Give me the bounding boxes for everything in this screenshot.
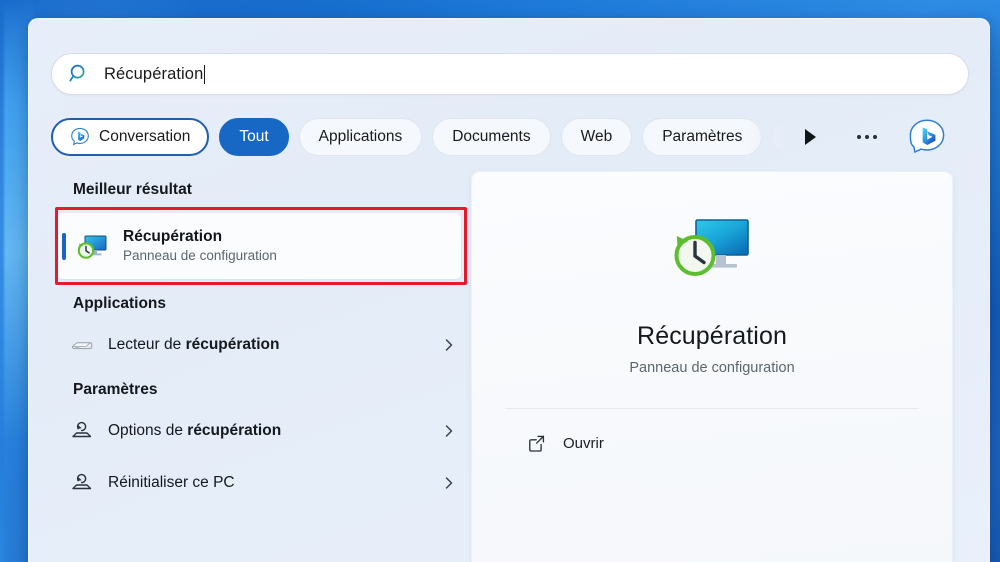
recovery-monitor-icon <box>75 229 109 263</box>
filter-tab-dossiers[interactable]: Dos <box>772 118 791 156</box>
filter-tab-label: Web <box>581 128 613 146</box>
best-result-title: Récupération <box>123 227 277 246</box>
restore-settings-icon <box>69 470 95 496</box>
filter-more-button[interactable] <box>845 118 889 156</box>
play-right-icon <box>805 129 816 145</box>
best-result-container: Récupération Panneau de configuration <box>51 207 471 285</box>
usb-drive-icon <box>69 332 95 358</box>
filter-pill-scroller[interactable]: Conversation Tout Applications Documents… <box>51 111 791 163</box>
list-item-options-de-recuperation[interactable]: Options de récupération <box>51 405 471 457</box>
filter-tab-documents[interactable]: Documents <box>432 118 550 156</box>
search-filter-tabs: Conversation Tout Applications Documents… <box>51 111 969 163</box>
bing-chat-launcher-button[interactable] <box>907 117 947 157</box>
chevron-right-icon <box>441 423 457 439</box>
preview-action-open[interactable]: Ouvrir <box>505 419 919 467</box>
filter-tab-conversation[interactable]: Conversation <box>51 118 209 156</box>
selection-indicator <box>62 233 66 260</box>
search-results-list: Meilleur résultat <box>51 171 471 562</box>
list-item-label: Réinitialiser ce PC <box>108 474 441 492</box>
filter-tab-label: Tout <box>239 128 268 146</box>
search-icon <box>68 63 90 85</box>
filter-scroll-next-button[interactable] <box>793 118 827 156</box>
text-caret <box>204 65 205 84</box>
chevron-right-icon <box>441 337 457 353</box>
filter-tab-parametres[interactable]: Paramètres <box>642 118 762 156</box>
ellipsis-icon <box>857 135 861 139</box>
filter-tab-label: Applications <box>319 128 403 146</box>
section-heading-parametres: Paramètres <box>51 371 471 405</box>
section-heading-best-result: Meilleur résultat <box>51 171 471 205</box>
section-heading-applications: Applications <box>51 285 471 319</box>
restore-settings-icon <box>69 418 95 444</box>
result-preview-panel: Récupération Panneau de configuration Ou… <box>471 171 953 562</box>
preview-action-label: Ouvrir <box>563 435 604 452</box>
preview-divider <box>505 408 919 409</box>
chevron-right-icon <box>441 475 457 491</box>
preview-subtitle: Panneau de configuration <box>629 360 794 376</box>
filter-tab-label: Paramètres <box>662 128 742 146</box>
bing-chat-icon <box>70 127 90 147</box>
list-item-lecteur-de-recuperation[interactable]: Lecteur de récupération <box>51 319 471 371</box>
search-input-value: Récupération <box>104 65 203 84</box>
filter-tab-web[interactable]: Web <box>561 118 633 156</box>
filter-tab-label: Documents <box>452 128 530 146</box>
ellipsis-icon <box>873 135 877 139</box>
filter-tab-label: Conversation <box>99 128 190 146</box>
filter-tab-tout[interactable]: Tout <box>219 118 288 156</box>
list-item-reinitialiser-ce-pc[interactable]: Réinitialiser ce PC <box>51 457 471 509</box>
windows-search-flyout: Récupération <box>28 18 990 562</box>
list-item-label: Lecteur de récupération <box>108 336 441 354</box>
best-result-item[interactable]: Récupération Panneau de configuration <box>57 213 461 279</box>
bing-chat-icon <box>907 117 947 157</box>
open-external-icon <box>527 434 546 453</box>
preview-title: Récupération <box>637 322 787 351</box>
best-result-subtitle: Panneau de configuration <box>123 247 277 265</box>
search-input[interactable]: Récupération <box>51 53 969 95</box>
list-item-label: Options de récupération <box>108 422 441 440</box>
filter-tab-applications[interactable]: Applications <box>299 118 423 156</box>
ellipsis-icon <box>865 135 869 139</box>
recovery-monitor-icon <box>666 214 758 300</box>
